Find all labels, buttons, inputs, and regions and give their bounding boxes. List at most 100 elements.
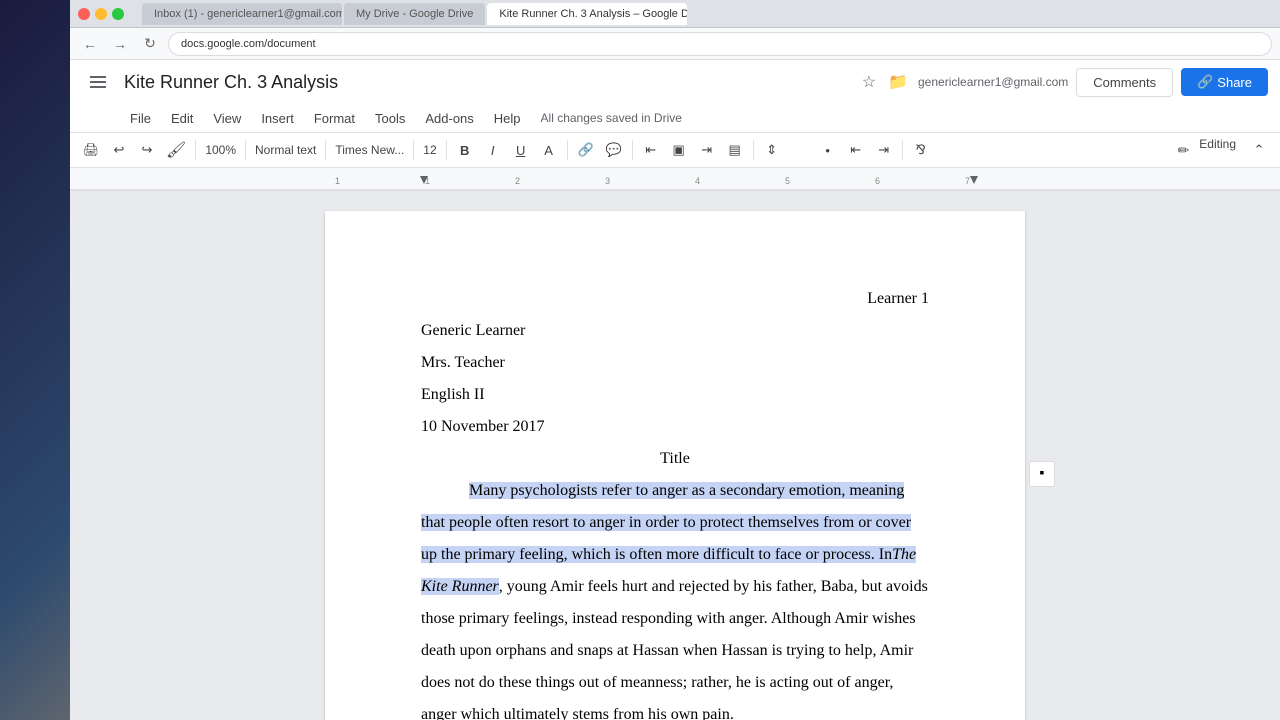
- date-text: 10 November 2017: [421, 411, 929, 443]
- collapse-toolbar-button[interactable]: ⌃: [1246, 137, 1272, 163]
- align-right-button[interactable]: ⇥: [694, 137, 720, 163]
- menu-file[interactable]: File: [122, 109, 159, 128]
- pencil-icon: ✏: [1178, 142, 1190, 159]
- separator-7: [632, 140, 633, 160]
- ruler-inner: 1 1 2 3 4 5 6 7: [70, 168, 1280, 189]
- teacher-line: Mrs. Teacher: [421, 347, 929, 379]
- menu-format[interactable]: Format: [306, 109, 363, 128]
- format-bar: 🖨 ↩ ↪ 🖌 100% Normal text Times New... 12…: [70, 132, 1280, 168]
- style-select[interactable]: Normal text: [251, 137, 320, 163]
- tab-bar: Inbox (1) - genericlearner1@gmail.com - …: [134, 3, 1272, 25]
- ruler: 1 1 2 3 4 5 6 7: [70, 168, 1280, 190]
- teacher-name: Mrs. Teacher: [421, 347, 929, 379]
- text-color-button[interactable]: A: [536, 137, 562, 163]
- comment-button[interactable]: 💬: [601, 137, 627, 163]
- underline-button[interactable]: U: [508, 137, 534, 163]
- star-icon[interactable]: ☆: [862, 72, 876, 92]
- user-area: genericlearner1@gmail.com Comments 🔗 Sha…: [918, 68, 1268, 97]
- header-right: Learner 1: [421, 283, 929, 315]
- menu-tools[interactable]: Tools: [367, 109, 413, 128]
- link-button[interactable]: 🔗: [573, 137, 599, 163]
- class-name: English II: [421, 379, 929, 411]
- refresh-button[interactable]: ↻: [138, 32, 162, 56]
- folder-icon[interactable]: 📁: [888, 72, 908, 92]
- font-size-select[interactable]: 12: [419, 137, 440, 163]
- svg-text:1: 1: [335, 176, 340, 186]
- document-title[interactable]: Kite Runner Ch. 3 Analysis: [124, 72, 848, 93]
- paint-format-button[interactable]: 🖌: [162, 137, 190, 163]
- svg-text:4: 4: [695, 176, 700, 186]
- title-text: Title: [660, 450, 690, 467]
- menu-view[interactable]: View: [205, 109, 249, 128]
- gdocs-chrome: Kite Runner Ch. 3 Analysis ☆ 📁 genericle…: [70, 60, 1280, 191]
- browser-window: Inbox (1) - genericlearner1@gmail.com - …: [70, 0, 1280, 720]
- share-button[interactable]: 🔗 Share: [1181, 68, 1268, 96]
- minimize-button[interactable]: [95, 8, 107, 20]
- share-label: Share: [1217, 75, 1252, 90]
- document-area[interactable]: Learner 1 Generic Learner Mrs. Teacher E…: [70, 191, 1280, 720]
- svg-text:6: 6: [875, 176, 880, 186]
- tab-gmail[interactable]: Inbox (1) - genericlearner1@gmail.com - …: [142, 3, 342, 25]
- separator-5: [446, 140, 447, 160]
- class-line: English II: [421, 379, 929, 411]
- separator-8: [753, 140, 754, 160]
- author-line: Generic Learner: [421, 315, 929, 347]
- tab-drive[interactable]: My Drive - Google Drive: [344, 3, 485, 25]
- paragraph-rest: , young Amir feels hurt and rejected by …: [421, 578, 928, 720]
- page-header-text: Learner 1: [867, 290, 929, 307]
- clear-format-button[interactable]: ⅋: [908, 137, 934, 163]
- bold-button[interactable]: B: [452, 137, 478, 163]
- comments-button[interactable]: Comments: [1076, 68, 1173, 97]
- date-line: 10 November 2017: [421, 411, 929, 443]
- undo-button[interactable]: ↩: [106, 137, 132, 163]
- svg-text:2: 2: [515, 176, 520, 186]
- window-controls: [78, 8, 124, 20]
- author-name: Generic Learner: [421, 315, 929, 347]
- print-button[interactable]: 🖨: [78, 137, 104, 163]
- hamburger-icon: [90, 76, 106, 88]
- back-button[interactable]: ←: [78, 32, 102, 56]
- user-email: genericlearner1@gmail.com: [918, 75, 1068, 89]
- svg-text:5: 5: [785, 176, 790, 186]
- address-bar: ← → ↻ docs.google.com/document: [70, 28, 1280, 60]
- menu-help[interactable]: Help: [486, 109, 529, 128]
- svg-text:7: 7: [965, 176, 970, 186]
- essay-title: Title: [421, 443, 929, 475]
- separator-1: [195, 140, 196, 160]
- highlighted-text: Many psychologists refer to anger as a s…: [421, 482, 911, 563]
- menu-edit[interactable]: Edit: [163, 109, 201, 128]
- url-bar[interactable]: docs.google.com/document: [168, 32, 1272, 56]
- document-page: Learner 1 Generic Learner Mrs. Teacher E…: [325, 211, 1025, 720]
- increase-indent-button[interactable]: ⇥: [871, 137, 897, 163]
- menu-addons[interactable]: Add-ons: [417, 109, 481, 128]
- ordered-list-button[interactable]: ⁣: [787, 137, 813, 163]
- editing-mode-select[interactable]: Editing: [1195, 137, 1240, 163]
- separator-9: [902, 140, 903, 160]
- gdocs-header: Kite Runner Ch. 3 Analysis ☆ 📁 genericle…: [70, 60, 1280, 104]
- hamburger-menu[interactable]: [82, 66, 114, 98]
- separator-3: [325, 140, 326, 160]
- separator-4: [413, 140, 414, 160]
- share-icon: 🔗: [1197, 74, 1213, 90]
- tab-docs[interactable]: Kite Runner Ch. 3 Analysis – Google Docs: [487, 3, 687, 25]
- line-spacing-button[interactable]: ⇕: [759, 137, 785, 163]
- menu-insert[interactable]: Insert: [253, 109, 302, 128]
- font-select[interactable]: Times New...: [331, 137, 408, 163]
- autosave-status: All changes saved in Drive: [541, 111, 682, 125]
- italic-button[interactable]: I: [480, 137, 506, 163]
- bullet-list-button[interactable]: •: [815, 137, 841, 163]
- maximize-button[interactable]: [112, 8, 124, 20]
- align-center-button[interactable]: ▣: [666, 137, 692, 163]
- close-button[interactable]: [78, 8, 90, 20]
- decrease-indent-button[interactable]: ⇤: [843, 137, 869, 163]
- redo-button[interactable]: ↪: [134, 137, 160, 163]
- align-justify-button[interactable]: ▤: [722, 137, 748, 163]
- add-comment-button[interactable]: ▪: [1029, 461, 1055, 487]
- separator-2: [245, 140, 246, 160]
- title-bar: Inbox (1) - genericlearner1@gmail.com - …: [70, 0, 1280, 28]
- zoom-select[interactable]: 100%: [201, 137, 240, 163]
- first-paragraph[interactable]: Many psychologists refer to anger as a s…: [421, 475, 929, 720]
- forward-button[interactable]: →: [108, 32, 132, 56]
- align-left-button[interactable]: ⇤: [638, 137, 664, 163]
- svg-text:3: 3: [605, 176, 610, 186]
